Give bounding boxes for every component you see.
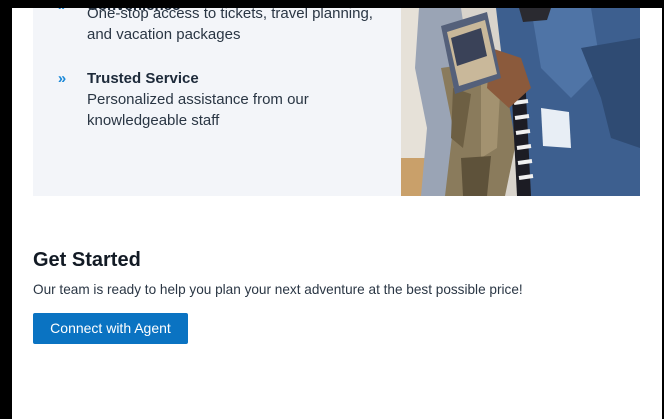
- section-title: Get Started: [33, 249, 141, 271]
- double-chevron-right-icon: »: [57, 70, 67, 87]
- feature-title: Trusted Service: [87, 70, 199, 87]
- connect-with-agent-button[interactable]: Connect with Agent: [33, 313, 188, 344]
- feature-description: Personalized assistance from our knowled…: [87, 91, 309, 129]
- window-frame-top: [0, 0, 664, 8]
- feature-list: » Convenience One-stop access to tickets…: [33, 8, 401, 196]
- feature-description: One-stop access to tickets, travel plann…: [87, 8, 373, 43]
- features-panel: » Convenience One-stop access to tickets…: [33, 8, 640, 196]
- window-frame-left: [0, 0, 12, 419]
- travel-brochure-photo: [401, 8, 640, 196]
- double-chevron-right-icon: »: [55, 8, 69, 16]
- section-description: Our team is ready to help you plan your …: [33, 282, 523, 297]
